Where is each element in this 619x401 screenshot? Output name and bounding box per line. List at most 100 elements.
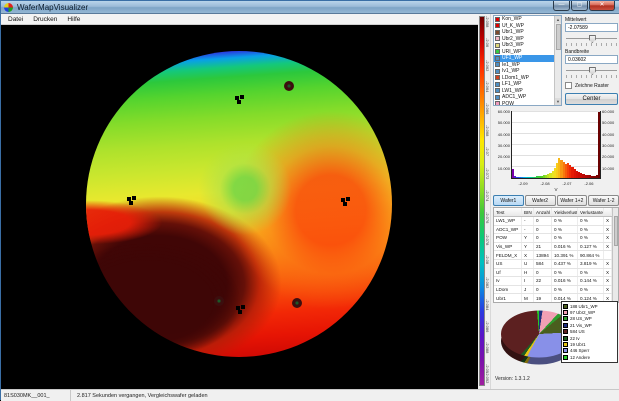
center-button[interactable]: Center <box>565 93 618 105</box>
row-delete-x[interactable]: X <box>604 286 612 294</box>
table-cell: 0 % <box>552 234 578 242</box>
table-scrollbar[interactable] <box>612 208 618 302</box>
y-axis-tick-label: 30.000 <box>493 143 510 148</box>
signal-color-swatch <box>495 17 500 22</box>
histogram-gridline <box>512 144 600 145</box>
row-delete-x[interactable]: X <box>604 234 612 242</box>
signal-label: Ubr2_WP <box>502 36 524 42</box>
signal-color-swatch <box>495 36 500 41</box>
signal-label: Ie1_WP <box>502 62 520 68</box>
table-cell: 0 % <box>578 286 604 294</box>
legend-label: 22 Iv <box>570 336 580 341</box>
row-delete-x[interactable]: X <box>604 260 612 268</box>
legend-label: 28 US_WP <box>570 316 592 321</box>
table-header-cell[interactable]: Anzahl <box>534 208 552 216</box>
scroll-down-icon[interactable]: ▼ <box>555 98 561 105</box>
mittelwert-slider[interactable] <box>565 35 618 46</box>
y-axis-tick-label: 20.000 <box>493 154 510 159</box>
table-cell: 0 % <box>578 217 604 225</box>
row-delete-x[interactable]: X <box>604 226 612 234</box>
maximize-button[interactable]: ▢ <box>571 1 588 11</box>
scroll-up-icon[interactable]: ▲ <box>555 16 561 23</box>
y-axis-tick-label: 30.000 <box>602 143 619 148</box>
table-row[interactable]: USU5840.437 %3.819 %X <box>494 260 618 269</box>
table-cell: 13894 <box>534 251 552 259</box>
legend-label: 188 Ubr1_WP <box>570 304 598 309</box>
table-header-cell[interactable]: BIN <box>522 208 534 216</box>
signal-color-swatch <box>495 56 500 61</box>
slider-thumb[interactable] <box>589 35 596 43</box>
table-row[interactable]: IvI220.016 %0.144 %X <box>494 277 618 286</box>
row-delete-x[interactable]: X <box>604 277 612 285</box>
table-row[interactable]: POWY00 %0 %X <box>494 234 618 243</box>
row-delete-x[interactable]: X <box>604 243 612 251</box>
status-bar: 81S030MK__001_ 2.817 Sekunden vergangen,… <box>1 389 619 401</box>
menu-item-datei[interactable]: Datei <box>3 16 28 23</box>
y-axis-tick-label: 60.000 <box>493 109 510 114</box>
table-cell: H <box>522 269 534 277</box>
table-row[interactable]: Vis_WPY210.016 %0.127 %X <box>494 243 618 252</box>
table-cell: 0 % <box>578 269 604 277</box>
table-cell: FELDM_X <box>494 251 522 259</box>
signal-list[interactable]: Kon_WPUf_K_WPUbr1_WPUbr2_WPUbr3_WPURI_WP… <box>493 15 562 106</box>
row-delete-x[interactable]: X <box>604 217 612 225</box>
table-header-cell[interactable]: Yieldverlust <box>552 208 578 216</box>
signal-color-swatch <box>495 69 500 74</box>
legend-color-swatch <box>563 323 568 328</box>
table-row[interactable]: ADC1_WP-00 %0 %X <box>494 226 618 235</box>
signal-list-scrollbar[interactable]: ▲ ▼ <box>554 16 561 105</box>
table-cell: Y <box>522 243 534 251</box>
legend-label: 446 Sperr <box>570 348 589 353</box>
scroll-thumb[interactable] <box>614 216 618 246</box>
table-cell: I <box>522 277 534 285</box>
table-cell: X <box>522 251 534 259</box>
signal-label: Ubr1_WP <box>502 29 524 35</box>
window-title: WaferMapVisualizer <box>17 3 88 12</box>
table-cell: 0 % <box>552 226 578 234</box>
tab-wafer-1-2[interactable]: Wafer 1+2 <box>557 195 588 206</box>
table-cell: 584 <box>534 260 552 268</box>
table-cell: 0 <box>534 269 552 277</box>
bandbreite-slider[interactable] <box>565 67 618 78</box>
colorbar: -2.058-2.06-2.062-2.064-2.066-2.068-2.07… <box>478 14 490 389</box>
menu-item-hilfe[interactable]: Hilfe <box>62 16 85 23</box>
mittelwert-input[interactable] <box>565 23 618 32</box>
table-cell: Vis_WP <box>494 243 522 251</box>
wafer-map[interactable] <box>86 51 392 357</box>
table-cell: LDom <box>494 286 522 294</box>
signal-list-item[interactable]: POW <box>494 101 554 107</box>
table-header-cell[interactable]: Test <box>494 208 522 216</box>
table-cell: 22 <box>534 277 552 285</box>
window-titlebar[interactable]: WaferMapVisualizer — ▢ ✕ <box>1 1 619 14</box>
status-wafer-id: 81S030MK__001_ <box>1 390 71 401</box>
table-cell: J <box>522 286 534 294</box>
table-row[interactable]: LW1_WP-00 %0 %X <box>494 217 618 226</box>
zeichne-raster-checkbox[interactable] <box>565 82 572 89</box>
table-header-cell[interactable]: Verlustanteil <box>578 208 604 216</box>
scroll-thumb[interactable] <box>556 24 561 50</box>
bandbreite-input[interactable] <box>565 55 618 64</box>
signal-color-swatch <box>495 49 500 54</box>
tab-wafer-1-2[interactable]: Wafer 1-2 <box>588 195 619 206</box>
minimize-button[interactable]: — <box>553 1 570 11</box>
table-cell: 0.016 % <box>552 277 578 285</box>
slider-thumb[interactable] <box>589 67 596 75</box>
table-row[interactable]: UfH00 %0 %X <box>494 269 618 278</box>
close-button[interactable]: ✕ <box>589 1 615 11</box>
y-axis-tick-label: 40.000 <box>493 132 510 137</box>
signal-list-rows: Kon_WPUf_K_WPUbr1_WPUbr2_WPUbr3_WPURI_WP… <box>494 16 554 105</box>
tab-wafer1[interactable]: Wafer1 <box>493 195 524 206</box>
table-row[interactable]: LDomJ00 %0 %X <box>494 286 618 295</box>
wafer-tabs: Wafer1Wafer2Wafer 1+2Wafer 1-2 <box>493 195 619 206</box>
signal-label: POW <box>502 101 514 106</box>
menu-item-drucken[interactable]: Drucken <box>28 16 62 23</box>
x-axis-tick-label: -2.08 <box>537 181 553 186</box>
legend-color-swatch <box>563 316 568 321</box>
x-axis-tick-label: -2.07 <box>559 181 575 186</box>
tab-wafer2[interactable]: Wafer2 <box>525 195 556 206</box>
row-delete-x <box>604 251 612 259</box>
table-cell: 0.437 % <box>552 260 578 268</box>
table-row[interactable]: FELDM_XX1389410.391 %90.864 % <box>494 251 618 260</box>
wafer-defect-spot <box>284 81 294 91</box>
row-delete-x[interactable]: X <box>604 269 612 277</box>
